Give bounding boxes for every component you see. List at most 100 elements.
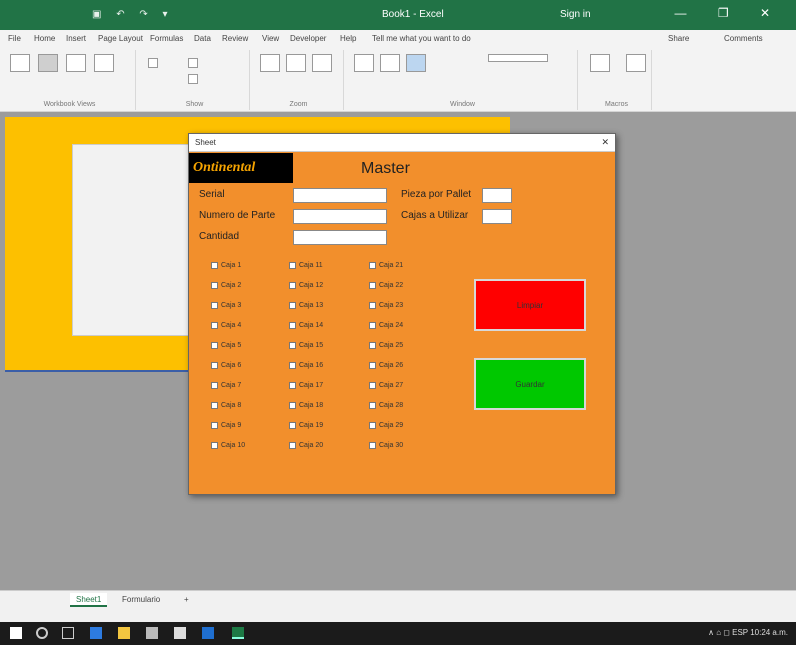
tab-formulas[interactable]: Formulas	[150, 34, 183, 43]
checkbox-box[interactable]	[369, 422, 376, 429]
macros-button[interactable]	[626, 54, 646, 72]
caja-checkbox[interactable]: Caja 23	[369, 302, 403, 309]
sheet-tab-formulario[interactable]: Formulario	[116, 593, 166, 607]
page-layout-view-button[interactable]	[66, 54, 86, 72]
caja-checkbox[interactable]: Caja 27	[369, 382, 403, 389]
save-button[interactable]: Guardar	[474, 358, 586, 410]
caja-checkbox[interactable]: Caja 13	[289, 302, 323, 309]
caja-checkbox[interactable]: Caja 16	[289, 362, 323, 369]
caja-checkbox[interactable]: Caja 7	[211, 382, 241, 389]
clear-button[interactable]: Limpiar	[474, 279, 586, 331]
checkbox-box[interactable]	[369, 302, 376, 309]
arrange-all-button[interactable]	[380, 54, 400, 72]
excel-taskbar-icon[interactable]	[232, 627, 244, 639]
comments-button[interactable]: Comments	[724, 34, 763, 43]
ruler-checkbox[interactable]	[148, 58, 158, 68]
caja-checkbox[interactable]: Caja 22	[369, 282, 403, 289]
calculator-icon[interactable]	[174, 627, 186, 639]
checkbox-box[interactable]	[289, 322, 296, 329]
caja-checkbox[interactable]: Caja 11	[289, 262, 323, 269]
tab-review[interactable]: Review	[222, 34, 248, 43]
view-side-by-side-button[interactable]	[488, 54, 548, 62]
checkbox-box[interactable]	[211, 342, 218, 349]
new-window-button[interactable]	[354, 54, 374, 72]
normal-view-button[interactable]	[10, 54, 30, 72]
serial-input[interactable]	[293, 188, 387, 203]
caja-checkbox[interactable]: Caja 17	[289, 382, 323, 389]
checkbox-box[interactable]	[369, 262, 376, 269]
piezas-por-pallet-input[interactable]	[482, 188, 512, 203]
caja-checkbox[interactable]: Caja 15	[289, 342, 323, 349]
tab-view[interactable]: View	[262, 34, 279, 43]
checkbox-box[interactable]	[289, 342, 296, 349]
caja-checkbox[interactable]: Caja 2	[211, 282, 241, 289]
caja-checkbox[interactable]: Caja 24	[369, 322, 403, 329]
checkbox-box[interactable]	[289, 382, 296, 389]
caja-checkbox[interactable]: Caja 19	[289, 422, 323, 429]
checkbox-box[interactable]	[369, 402, 376, 409]
checkbox-box[interactable]	[211, 322, 218, 329]
tell-me-search[interactable]: Tell me what you want to do	[372, 34, 471, 43]
caja-checkbox[interactable]: Caja 18	[289, 402, 323, 409]
caja-checkbox[interactable]: Caja 25	[369, 342, 403, 349]
caja-checkbox[interactable]: Caja 6	[211, 362, 241, 369]
checkbox-box[interactable]	[289, 262, 296, 269]
search-icon[interactable]	[36, 627, 48, 639]
checkbox-box[interactable]	[289, 302, 296, 309]
checkbox-box[interactable]	[211, 262, 218, 269]
checkbox-box[interactable]	[289, 402, 296, 409]
checkbox-box[interactable]	[369, 322, 376, 329]
caja-checkbox[interactable]: Caja 10	[211, 442, 245, 449]
checkbox-box[interactable]	[211, 402, 218, 409]
zoom-to-selection-button[interactable]	[312, 54, 332, 72]
close-icon[interactable]: ✕	[601, 137, 609, 148]
quick-access-toolbar[interactable]: ▣ ↶ ↷ ▾	[92, 9, 174, 20]
headings-checkbox[interactable]	[188, 74, 198, 84]
checkbox-box[interactable]	[289, 362, 296, 369]
switch-windows-button[interactable]	[590, 54, 610, 72]
edge-browser-icon[interactable]	[90, 627, 102, 639]
caja-checkbox[interactable]: Caja 20	[289, 442, 323, 449]
checkbox-box[interactable]	[369, 362, 376, 369]
caja-checkbox[interactable]: Caja 3	[211, 302, 241, 309]
caja-checkbox[interactable]: Caja 4	[211, 322, 241, 329]
store-icon[interactable]	[146, 627, 158, 639]
caja-checkbox[interactable]: Caja 14	[289, 322, 323, 329]
checkbox-box[interactable]	[211, 282, 218, 289]
checkbox-box[interactable]	[211, 382, 218, 389]
outlook-icon[interactable]	[202, 627, 214, 639]
windows-start-icon[interactable]	[10, 627, 22, 639]
caja-checkbox[interactable]: Caja 8	[211, 402, 241, 409]
add-sheet-button[interactable]: +	[178, 593, 195, 607]
checkbox-box[interactable]	[369, 342, 376, 349]
checkbox-box[interactable]	[289, 282, 296, 289]
user-account[interactable]: Sign in	[560, 9, 591, 20]
caja-checkbox[interactable]: Caja 28	[369, 402, 403, 409]
caja-checkbox[interactable]: Caja 29	[369, 422, 403, 429]
checkbox-box[interactable]	[369, 282, 376, 289]
checkbox-box[interactable]	[211, 302, 218, 309]
caja-checkbox[interactable]: Caja 1	[211, 262, 241, 269]
caja-checkbox[interactable]: Caja 26	[369, 362, 403, 369]
checkbox-box[interactable]	[289, 442, 296, 449]
checkbox-box[interactable]	[369, 442, 376, 449]
custom-views-button[interactable]	[94, 54, 114, 72]
sheet-tab-sheet1[interactable]: Sheet1	[70, 593, 108, 607]
checkbox-box[interactable]	[211, 362, 218, 369]
checkbox-box[interactable]	[369, 382, 376, 389]
tab-insert[interactable]: Insert	[66, 34, 86, 43]
numero-parte-input[interactable]	[293, 209, 387, 224]
tab-developer[interactable]: Developer	[290, 34, 326, 43]
cajas-utilizar-input[interactable]	[482, 209, 512, 224]
caja-checkbox[interactable]: Caja 9	[211, 422, 241, 429]
page-break-preview-button[interactable]	[38, 54, 58, 72]
system-tray[interactable]: ∧ ⌂ ◻ ESP 10:24 a.m.	[708, 628, 788, 637]
window-controls[interactable]: — ❐ ✕	[675, 6, 784, 20]
tab-home[interactable]: Home	[34, 34, 55, 43]
caja-checkbox[interactable]: Caja 5	[211, 342, 241, 349]
caja-checkbox[interactable]: Caja 12	[289, 282, 323, 289]
checkbox-box[interactable]	[289, 422, 296, 429]
share-button[interactable]: Share	[668, 34, 689, 43]
caja-checkbox[interactable]: Caja 30	[369, 442, 403, 449]
formula-bar-checkbox[interactable]	[188, 58, 198, 68]
